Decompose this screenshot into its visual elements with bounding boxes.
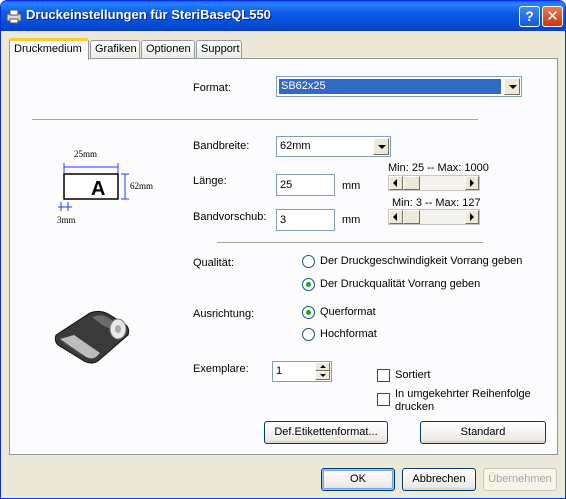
title-bar[interactable]: Druckeinstellungen für SteriBaseQL550 ? … — [1, 1, 565, 31]
chevron-down-icon[interactable] — [373, 138, 389, 155]
orientation-landscape-label[interactable]: Querformat — [320, 306, 376, 318]
laenge-input[interactable]: 25 — [276, 174, 335, 196]
tab-druckmedium[interactable]: Druckmedium — [9, 38, 89, 60]
help-button[interactable]: ? — [519, 6, 540, 27]
cancel-button[interactable]: Abbrechen — [402, 468, 476, 491]
arrow-left-icon[interactable] — [389, 210, 403, 224]
diagram-height-text: 62mm — [130, 181, 154, 191]
format-label: Format: — [193, 82, 231, 94]
diagram-letter: A — [91, 178, 106, 200]
reihenfolge-checkbox[interactable] — [377, 393, 390, 406]
divider — [32, 119, 478, 121]
arrow-right-icon[interactable] — [465, 176, 479, 190]
close-button[interactable]: ✕ — [542, 6, 563, 27]
slider-thumb[interactable] — [403, 210, 420, 224]
exemplare-spinner[interactable]: 1 — [272, 361, 332, 382]
bandbreite-select[interactable]: 62mm — [276, 136, 391, 157]
bandbreite-value: 62mm — [280, 140, 311, 152]
tab-panel-druckmedium: Format: SB62x25 25mm A 62mm 3mm Bandbrei… — [9, 58, 558, 455]
bandvorschub-slider[interactable] — [388, 209, 480, 225]
ausrichtung-label: Ausrichtung: — [193, 308, 255, 320]
reihenfolge-label-line2[interactable]: drucken — [395, 401, 434, 413]
bandvorschub-input[interactable]: 3 — [276, 209, 335, 231]
arrow-right-icon[interactable] — [465, 210, 479, 224]
tab-optionen[interactable]: Optionen — [141, 40, 195, 59]
print-settings-window: Druckeinstellungen für SteriBaseQL550 ? … — [0, 0, 566, 499]
orientation-portrait-radio[interactable] — [302, 328, 315, 341]
printer-icon — [6, 9, 22, 24]
quality-speed-label[interactable]: Der Druckgeschwindigkeit Vorrang geben — [320, 255, 522, 267]
tab-grafiken[interactable]: Grafiken — [90, 40, 140, 59]
quality-quality-label[interactable]: Der Druckqualität Vorrang geben — [320, 278, 480, 290]
diagram-feed-text: 3mm — [57, 215, 76, 225]
def-etikettenformat-button[interactable]: Def.Etikettenformat... — [264, 421, 388, 444]
qualitaet-label: Qualität: — [193, 257, 234, 269]
apply-button[interactable]: Übernehmen — [483, 468, 557, 491]
window-title: Druckeinstellungen für SteriBaseQL550 — [26, 7, 271, 22]
laenge-label: Länge: — [193, 175, 227, 187]
laenge-range: Min: 25 -- Max: 1000 — [388, 162, 489, 174]
orientation-landscape-radio[interactable] — [302, 306, 315, 319]
exemplare-value: 1 — [276, 365, 283, 377]
diagram-width-text: 25mm — [74, 149, 98, 159]
printer-image — [54, 310, 130, 364]
reihenfolge-label-line1[interactable]: In umgekehrter Reihenfolge — [395, 388, 531, 400]
spin-up-icon[interactable] — [315, 362, 330, 371]
bandbreite-label: Bandbreite: — [193, 140, 250, 152]
orientation-portrait-label[interactable]: Hochformat — [320, 328, 377, 340]
laenge-slider[interactable] — [388, 175, 480, 191]
tab-support[interactable]: Support — [196, 40, 242, 59]
laenge-unit: mm — [342, 180, 361, 192]
bandvorschub-label: Bandvorschub: — [193, 211, 267, 223]
slider-thumb[interactable] — [403, 176, 420, 190]
quality-speed-radio[interactable] — [302, 255, 315, 268]
bandvorschub-unit: mm — [342, 214, 361, 226]
format-select[interactable]: SB62x25 — [276, 76, 522, 97]
sortiert-label[interactable]: Sortiert — [395, 369, 430, 381]
exemplare-label: Exemplare: — [193, 363, 249, 375]
standard-button[interactable]: Standard — [420, 421, 546, 444]
ok-button[interactable]: OK — [321, 468, 395, 491]
quality-quality-radio[interactable] — [302, 278, 315, 291]
arrow-left-icon[interactable] — [389, 176, 403, 190]
chevron-down-icon[interactable] — [504, 78, 520, 95]
spin-down-icon[interactable] — [315, 371, 330, 380]
sortiert-checkbox[interactable] — [377, 369, 390, 382]
divider — [217, 242, 483, 244]
format-value: SB62x25 — [279, 79, 501, 94]
bandvorschub-range: Min: 3 -- Max: 127 — [392, 197, 481, 209]
